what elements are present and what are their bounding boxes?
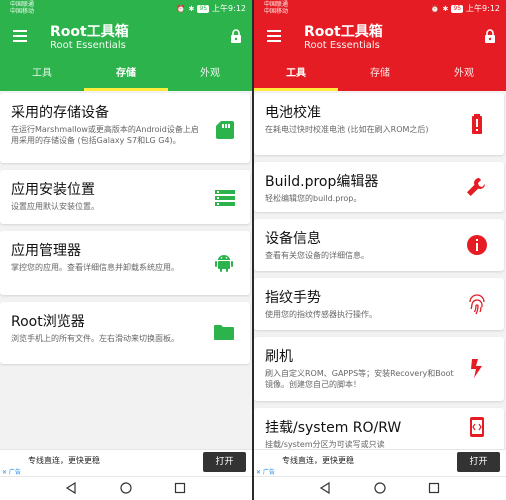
card-desc: 轻松编辑您的build.prop。 [265, 194, 362, 203]
app-title: Root工具箱 [50, 24, 129, 40]
card-title: Build.prop编辑器 [265, 174, 379, 190]
card-title: 挂载/system RO/RW [265, 420, 402, 436]
android-icon [215, 255, 233, 272]
phone-code-icon [470, 417, 484, 437]
carrier-2: 中国移动 [10, 8, 35, 15]
carrier-1: 中国联通 [10, 1, 35, 8]
status-bar: 中国联通 中国移动 ⏰ ✱ 95 上午9:12 [254, 0, 506, 16]
clock: 上午9:12 [212, 4, 246, 13]
card-fingerprint-gestures[interactable]: 指纹手势 使用您的指纹传感器执行操作。 [254, 278, 504, 330]
card-title: 采用的存储设备 [11, 105, 109, 121]
back-icon[interactable] [64, 481, 78, 495]
tab-bar: 工具 存储 外观 [0, 61, 252, 91]
system-nav-bar [0, 476, 252, 500]
ad-banner[interactable]: 专线直连，更快更稳 ✕ 广告 打开 [254, 449, 506, 476]
lock-icon[interactable] [229, 28, 243, 44]
tab-storage[interactable]: 存储 [338, 61, 422, 91]
card-device-info[interactable]: 设备信息 查看有关您设备的详细信息。 [254, 219, 504, 271]
app-subtitle: Root Essentials [50, 40, 126, 51]
card-desc: 刷入自定义ROM、GAPPS等；安装Recovery和Boot镜像。创建您自己的… [265, 369, 454, 389]
tab-tools[interactable]: 工具 [254, 61, 338, 91]
card-title: 设备信息 [265, 231, 321, 247]
flash-icon [471, 359, 482, 378]
status-right: ⏰ ✱ 95 上午9:12 [431, 3, 500, 14]
card-title: 应用管理器 [11, 243, 81, 259]
back-icon[interactable] [318, 481, 332, 495]
battery-alert-icon [472, 114, 482, 134]
card-buildprop-editor[interactable]: Build.prop编辑器 轻松编辑您的build.prop。 [254, 162, 504, 212]
ad-close-tag[interactable]: ✕ 广告 [2, 467, 21, 476]
tool-list: 电池校准 在耗电过快时校准电池 (比如在刷入ROM之后) Build.prop编… [254, 91, 506, 449]
card-desc: 使用您的指纹传感器执行操作。 [265, 310, 377, 319]
home-icon[interactable] [119, 481, 133, 495]
card-desc: 挂载/system分区为可读写或只读 [265, 440, 385, 449]
battery-indicator: 95 [197, 4, 210, 13]
card-adoptable-storage[interactable]: 采用的存储设备 在运行Marshmallow或更高版本的Android设备上启用… [0, 93, 250, 163]
menu-icon[interactable] [267, 30, 281, 42]
ad-text: 专线直连，更快更稳 [28, 456, 100, 465]
status-bar: 中国联通 中国移动 ⏰ ✱ 95 上午9:12 [0, 0, 252, 16]
tab-appearance[interactable]: 外观 [168, 61, 252, 91]
clock: 上午9:12 [466, 4, 500, 13]
card-install-location[interactable]: 应用安装位置 设置应用默认安装位置。 [0, 170, 250, 224]
card-desc: 在运行Marshmallow或更高版本的Android设备上启用采用的存储设备 … [11, 125, 199, 145]
card-title: 指纹手势 [265, 290, 321, 306]
carrier-info: 中国联通 中国移动 [264, 1, 288, 15]
home-icon[interactable] [373, 481, 387, 495]
bluetooth-icon: ✱ [442, 4, 449, 13]
lock-icon[interactable] [483, 28, 497, 44]
ad-close-tag[interactable]: ✕ 广告 [256, 467, 275, 476]
card-app-manager[interactable]: 应用管理器 掌控您的应用。查看详细信息并卸载系统应用。 [0, 231, 250, 295]
sd-card-icon [216, 121, 234, 139]
system-nav-bar [254, 476, 506, 500]
fingerprint-icon [469, 294, 485, 315]
info-icon [467, 235, 487, 255]
card-mount-system[interactable]: 挂载/system RO/RW 挂载/system分区为可读写或只读 [254, 408, 504, 449]
tab-bar: 工具 存储 外观 [254, 61, 506, 91]
recents-icon[interactable] [173, 481, 187, 495]
tool-list: 采用的存储设备 在运行Marshmallow或更高版本的Android设备上启用… [0, 91, 252, 449]
card-desc: 设置应用默认安装位置。 [11, 202, 99, 211]
card-title: 应用安装位置 [11, 182, 95, 198]
carrier-1: 中国联通 [264, 1, 289, 8]
card-desc: 掌控您的应用。查看详细信息并卸载系统应用。 [11, 263, 179, 272]
card-desc: 查看有关您设备的详细信息。 [265, 251, 369, 260]
app-subtitle: Root Essentials [304, 40, 380, 51]
ad-text: 专线直连，更快更稳 [282, 456, 354, 465]
app-title: Root工具箱 [304, 24, 383, 40]
carrier-info: 中国联通 中国移动 [10, 1, 34, 15]
app-header: 中国联通 中国移动 ⏰ ✱ 95 上午9:12 Root工具箱 Root Ess… [254, 0, 506, 91]
status-right: ⏰ ✱ 95 上午9:12 [177, 3, 246, 14]
card-desc: 浏览手机上的所有文件。左右滑动来切换面板。 [11, 334, 179, 343]
ad-open-button[interactable]: 打开 [203, 452, 246, 472]
card-title: Root浏览器 [11, 314, 85, 330]
tab-storage[interactable]: 存储 [84, 61, 168, 91]
card-desc: 在耗电过快时校准电池 (比如在刷入ROM之后) [265, 125, 429, 134]
wrench-icon [467, 178, 485, 196]
card-root-browser[interactable]: Root浏览器 浏览手机上的所有文件。左右滑动来切换面板。 [0, 302, 250, 364]
alarm-icon: ⏰ [430, 4, 440, 13]
ad-open-button[interactable]: 打开 [457, 452, 500, 472]
left-screen: 中国联通 中国移动 ⏰ ✱ 95 上午9:12 Root工具箱 Root Ess… [0, 0, 252, 500]
card-title: 刷机 [265, 349, 293, 365]
menu-icon[interactable] [13, 30, 27, 42]
card-title: 电池校准 [265, 105, 321, 121]
right-screen: 中国联通 中国移动 ⏰ ✱ 95 上午9:12 Root工具箱 Root Ess… [254, 0, 506, 500]
card-flash[interactable]: 刷机 刷入自定义ROM、GAPPS等；安装Recovery和Boot镜像。创建您… [254, 337, 504, 401]
tab-tools[interactable]: 工具 [0, 61, 84, 91]
tab-appearance[interactable]: 外观 [422, 61, 506, 91]
card-battery-calibration[interactable]: 电池校准 在耗电过快时校准电池 (比如在刷入ROM之后) [254, 93, 504, 155]
bluetooth-icon: ✱ [188, 4, 195, 13]
storage-list-icon [215, 190, 235, 206]
app-header: 中国联通 中国移动 ⏰ ✱ 95 上午9:12 Root工具箱 Root Ess… [0, 0, 252, 91]
carrier-2: 中国移动 [264, 8, 289, 15]
folder-icon [214, 325, 234, 340]
recents-icon[interactable] [427, 481, 441, 495]
alarm-icon: ⏰ [176, 4, 186, 13]
battery-indicator: 95 [451, 4, 464, 13]
ad-banner[interactable]: 专线直连，更快更稳 ✕ 广告 打开 [0, 449, 252, 476]
